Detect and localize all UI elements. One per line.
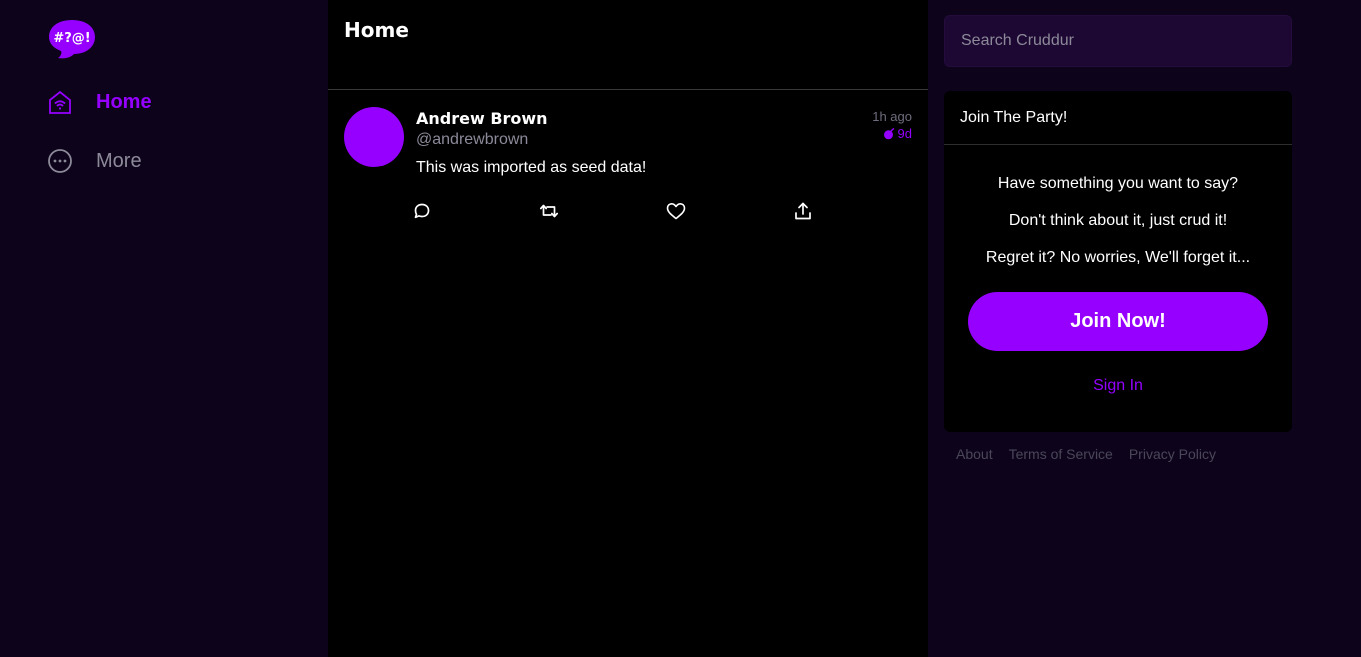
like-icon[interactable] bbox=[664, 199, 688, 223]
feed-header: Home bbox=[328, 0, 928, 90]
nav-item-more[interactable]: More bbox=[46, 143, 142, 179]
cruddur-logo[interactable]: #?@! bbox=[48, 18, 96, 60]
post-expires-label: 9d bbox=[897, 126, 912, 141]
bomb-icon bbox=[883, 127, 894, 139]
share-icon[interactable] bbox=[791, 199, 815, 223]
nav-label-home: Home bbox=[96, 90, 152, 113]
post-display-name[interactable]: Andrew Brown bbox=[416, 109, 548, 128]
logo-text: #?@! bbox=[53, 31, 90, 46]
footer-links: About Terms of Service Privacy Policy bbox=[956, 446, 1216, 462]
sidebar-nav: #?@! Home More bbox=[0, 0, 328, 657]
home-feed: Home Andrew Brown @andrewbrown 1h ago 9d… bbox=[328, 0, 928, 657]
sign-in-link[interactable]: Sign In bbox=[944, 377, 1292, 395]
footer-link-about[interactable]: About bbox=[956, 446, 993, 462]
reply-icon[interactable] bbox=[410, 199, 434, 223]
join-text-line: Have something you want to say? bbox=[997, 175, 1239, 192]
avatar[interactable] bbox=[344, 107, 404, 167]
post-meta: 1h ago 9d bbox=[872, 109, 912, 141]
more-icon bbox=[46, 147, 74, 175]
join-title: Join The Party! bbox=[944, 91, 1292, 145]
footer-link-terms[interactable]: Terms of Service bbox=[1009, 446, 1113, 462]
repost-icon[interactable] bbox=[537, 199, 561, 223]
right-sidebar: Join The Party! Have something you want … bbox=[928, 0, 1361, 657]
search-input[interactable] bbox=[944, 15, 1292, 67]
footer-link-privacy[interactable]: Privacy Policy bbox=[1129, 446, 1216, 462]
nav-label-more: More bbox=[96, 149, 142, 172]
join-now-button[interactable]: Join Now! bbox=[968, 292, 1268, 351]
logo-speech-bubble-icon: #?@! bbox=[49, 20, 95, 59]
home-icon bbox=[46, 88, 74, 116]
join-text-line: Don't think about it, just crud it! bbox=[1008, 212, 1228, 229]
post-time-ago: 1h ago bbox=[872, 109, 912, 124]
post-message: This was imported as seed data! bbox=[416, 159, 647, 176]
activity-item[interactable]: Andrew Brown @andrewbrown 1h ago 9d This… bbox=[328, 91, 928, 231]
post-actions bbox=[410, 199, 830, 223]
nav-item-home[interactable]: Home bbox=[46, 84, 152, 120]
post-handle[interactable]: @andrewbrown bbox=[416, 131, 528, 149]
app: #?@! Home More Home Andrew Brown @andrew… bbox=[0, 0, 1361, 657]
post-expires: 9d bbox=[872, 126, 912, 141]
page-title: Home bbox=[344, 18, 409, 42]
join-section: Join The Party! Have something you want … bbox=[944, 91, 1292, 432]
join-text-line: Regret it? No worries, We'll forget it..… bbox=[985, 249, 1251, 266]
